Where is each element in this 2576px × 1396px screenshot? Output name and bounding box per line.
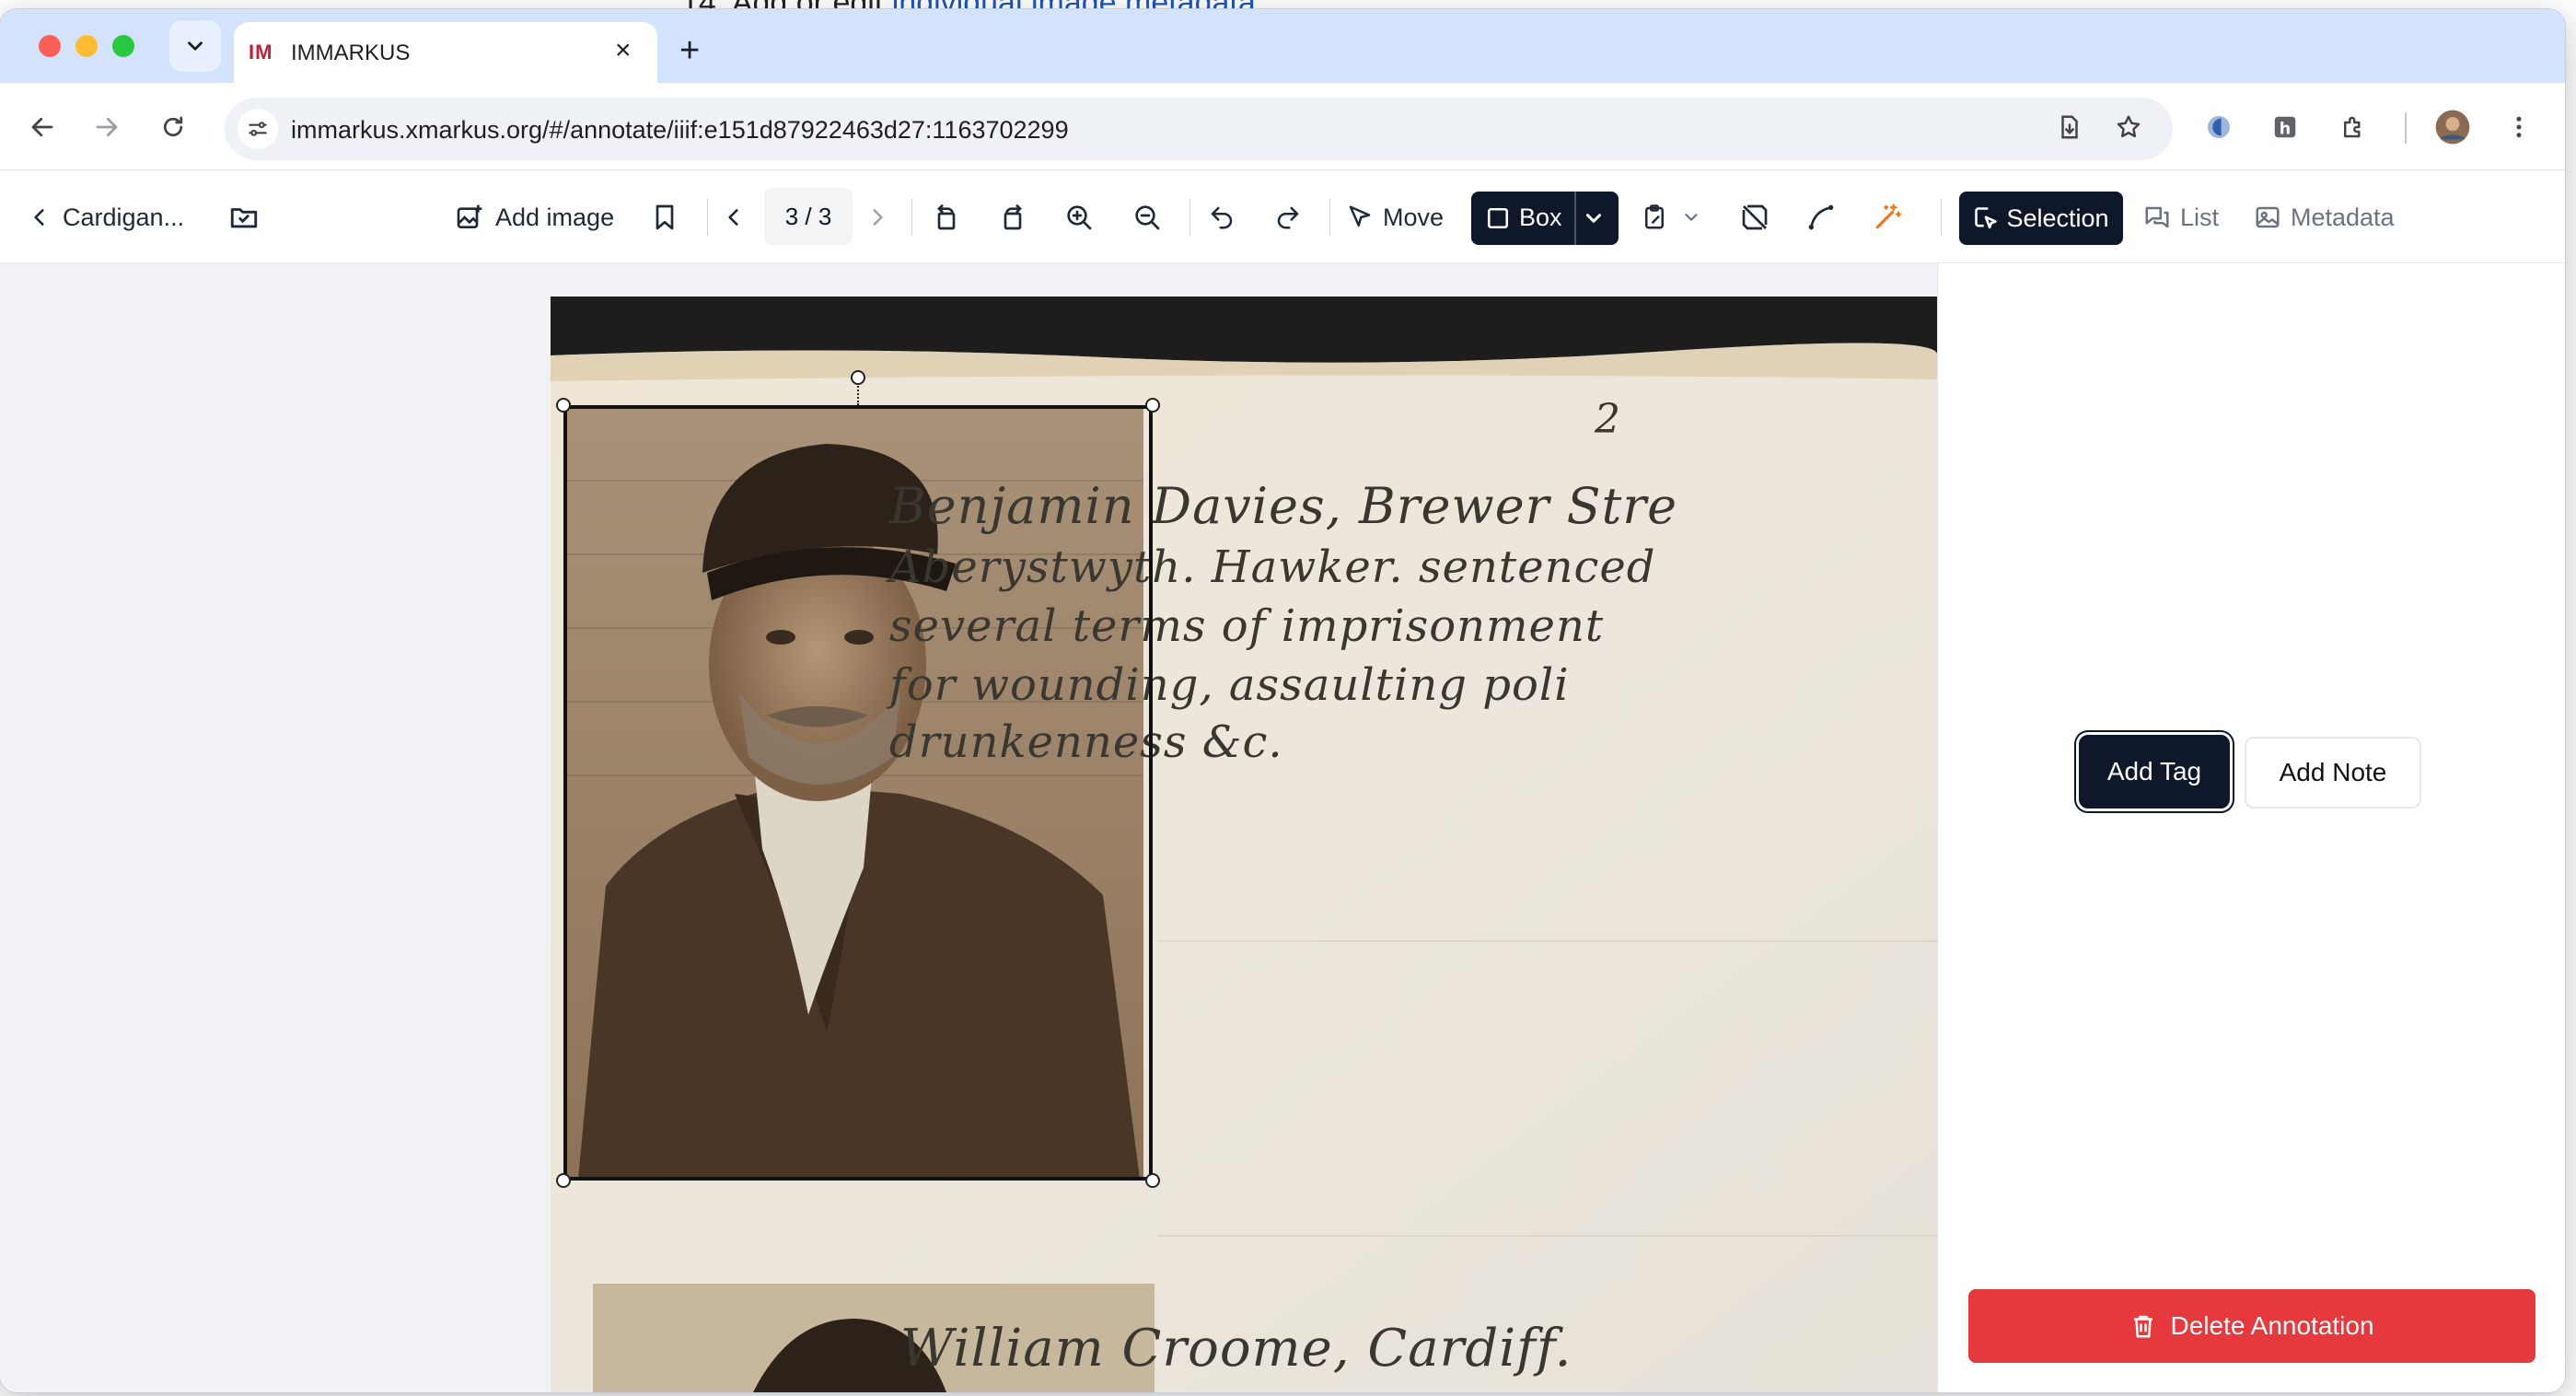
- image-icon: [2256, 206, 2280, 228]
- hide-annotations-icon[interactable]: [1740, 193, 1770, 241]
- tab-selection[interactable]: Selection: [1959, 192, 2123, 245]
- clipboard-tool-button[interactable]: [1641, 193, 1701, 241]
- tab-metadata[interactable]: Metadata: [2254, 193, 2395, 241]
- toolbar-separator: [1189, 199, 1190, 236]
- new-tab-button[interactable]: +: [679, 33, 700, 68]
- svg-text:h: h: [2280, 121, 2291, 139]
- chat-list-icon: [2145, 206, 2169, 228]
- tab-selection-label: Selection: [2006, 204, 2109, 232]
- page-number: 2: [1595, 396, 1621, 443]
- back-to-folder-button[interactable]: Cardigan...: [28, 193, 184, 241]
- add-note-button[interactable]: Add Note: [2245, 737, 2421, 809]
- square-icon: [1487, 207, 1509, 228]
- close-window-button[interactable]: [39, 35, 61, 57]
- chevron-left-icon: [34, 209, 44, 226]
- toolbar-divider: [2405, 112, 2407, 144]
- clipboard-icon: [1645, 204, 1664, 229]
- rotate-right-icon[interactable]: [998, 193, 1027, 241]
- profile-avatar[interactable]: [2434, 109, 2471, 145]
- selected-box-annotation[interactable]: [563, 405, 1153, 1181]
- tab-search-button[interactable]: [169, 20, 221, 72]
- selection-cursor-icon: [1975, 207, 1998, 229]
- box-tool-button[interactable]: Box: [1471, 192, 1619, 245]
- toolbar-separator: [911, 199, 912, 236]
- forward-arrow-icon[interactable]: [88, 109, 125, 145]
- split-divider: [1574, 192, 1576, 245]
- cursor-arrow-icon: [1349, 205, 1371, 227]
- previous-image-button[interactable]: [722, 193, 746, 241]
- url-text[interactable]: immarkus.xmarkus.org/#/annotate/iiif:e15…: [291, 116, 1069, 145]
- resize-handle-bottom-left[interactable]: [556, 1173, 571, 1188]
- toolbar-separator: [1941, 199, 1942, 236]
- chevron-down-icon: [1585, 214, 1602, 223]
- browser-window: IM IMMARKUS × + immarkus.xmarkus.org/#/a…: [0, 9, 2565, 1392]
- add-image-label: Add image: [495, 203, 615, 231]
- browser-menu-icon[interactable]: [2501, 109, 2537, 145]
- back-arrow-icon[interactable]: [24, 109, 61, 145]
- toolbar-separator: [1329, 199, 1330, 236]
- extensions-puzzle-icon[interactable]: [2335, 109, 2372, 145]
- rotation-handle[interactable]: [851, 370, 865, 385]
- box-tool-label: Box: [1519, 204, 1562, 231]
- tab-title: IMMARKUS: [291, 41, 411, 65]
- maximize-window-button[interactable]: [112, 35, 134, 57]
- chevron-down-icon: [1685, 214, 1698, 221]
- image-plus-icon: [457, 204, 482, 228]
- install-app-icon[interactable]: [2051, 109, 2088, 145]
- undo-icon[interactable]: [1208, 193, 1236, 241]
- add-tag-button[interactable]: Add Tag: [2079, 735, 2230, 809]
- redo-icon[interactable]: [1274, 193, 1302, 241]
- folder-name-label: Cardigan...: [63, 203, 185, 231]
- move-tool-button[interactable]: Move: [1346, 193, 1444, 241]
- selection-panel: [1937, 263, 2565, 1392]
- tab-close-icon[interactable]: ×: [615, 37, 632, 64]
- move-tool-label: Move: [1383, 203, 1445, 231]
- chevron-down-icon: [188, 41, 203, 51]
- minimize-window-button[interactable]: [75, 35, 98, 57]
- delete-annotation-label: Delete Annotation: [2170, 1311, 2374, 1340]
- delete-annotation-button[interactable]: Delete Annotation: [1968, 1289, 2535, 1363]
- tab-list[interactable]: List: [2143, 193, 2219, 241]
- zoom-in-icon[interactable]: [1064, 193, 1094, 241]
- chevron-right-icon: [873, 209, 883, 226]
- tab-favicon: IM: [249, 41, 273, 64]
- page-counter: 3 / 3: [764, 188, 853, 245]
- tab-metadata-label: Metadata: [2291, 203, 2395, 231]
- folder-icon[interactable]: [228, 193, 260, 241]
- path-tool-icon[interactable]: [1806, 193, 1836, 241]
- bookmark-star-icon[interactable]: [2110, 109, 2147, 145]
- toolbar-separator: [707, 199, 708, 236]
- bookmark-icon[interactable]: [650, 193, 679, 241]
- extension-blue-icon[interactable]: [2200, 109, 2237, 145]
- rotate-left-icon[interactable]: [932, 193, 961, 241]
- resize-handle-bottom-right[interactable]: [1145, 1173, 1160, 1188]
- chevron-left-icon: [728, 209, 738, 226]
- magic-wand-icon[interactable]: [1873, 193, 1902, 241]
- next-image-button[interactable]: [865, 193, 889, 241]
- zoom-out-icon[interactable]: [1132, 193, 1162, 241]
- reload-icon[interactable]: [155, 109, 191, 145]
- tab-list-label: List: [2180, 203, 2220, 231]
- resize-handle-top-right[interactable]: [1145, 398, 1160, 413]
- box-tool-dropdown[interactable]: [1582, 206, 1606, 235]
- handwritten-line-bottom: William Croome, Cardiff.: [900, 1319, 1572, 1379]
- resize-handle-top-left[interactable]: [556, 398, 571, 413]
- site-info-icon[interactable]: [238, 109, 278, 149]
- trash-icon: [2134, 1315, 2153, 1338]
- add-image-button[interactable]: Add image: [455, 193, 614, 241]
- extension-h-icon[interactable]: h: [2267, 109, 2303, 145]
